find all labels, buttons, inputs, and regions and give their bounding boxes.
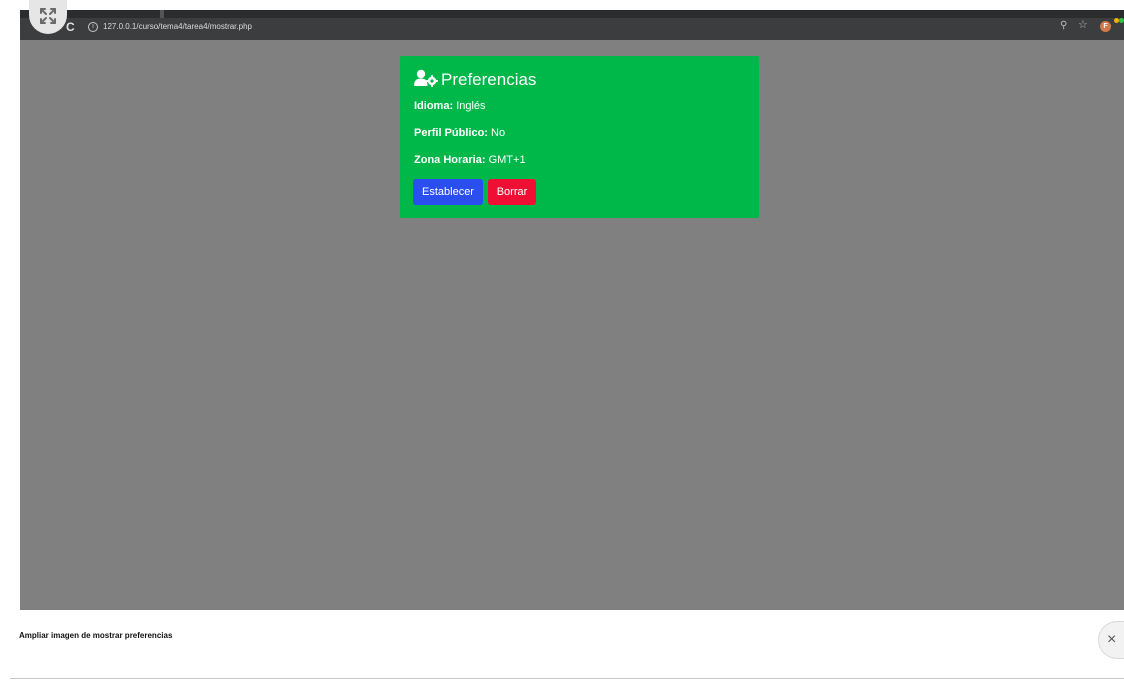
row-label: Perfil Público: xyxy=(414,127,488,139)
preference-row-timezone: Zona Horaria: GMT+1 xyxy=(414,153,526,167)
establecer-button[interactable]: Establecer xyxy=(413,179,483,205)
user-gear-icon xyxy=(414,69,438,87)
expand-icon xyxy=(40,8,56,24)
row-label: Zona Horaria: xyxy=(414,154,486,166)
preference-row-public-profile: Perfil Público: No xyxy=(414,126,505,140)
row-value: GMT+1 xyxy=(488,154,526,166)
row-value: No xyxy=(491,127,506,139)
close-button[interactable]: × xyxy=(1098,621,1124,659)
divider-line xyxy=(10,678,1124,679)
tab-edge xyxy=(160,10,164,18)
bookmark-star-icon[interactable]: ☆ xyxy=(1078,19,1088,31)
reload-icon[interactable]: C xyxy=(66,21,75,33)
image-caption: Ampliar imagen de mostrar preferencias xyxy=(19,631,173,640)
info-icon[interactable]: i xyxy=(88,22,98,32)
browser-toolbar: C i 127.0.0.1/curso/tema4/tarea4/mostrar… xyxy=(20,10,1124,40)
profile-avatar[interactable]: F xyxy=(1100,21,1111,32)
card-title: Preferencias xyxy=(414,69,536,91)
row-value: Inglés xyxy=(456,100,486,112)
window-controls xyxy=(1114,10,1124,23)
zoom-icon[interactable]: ⚲ xyxy=(1060,20,1067,32)
card-title-text: Preferencias xyxy=(441,70,537,89)
address-bar-url[interactable]: 127.0.0.1/curso/tema4/tarea4/mostrar.php xyxy=(103,21,252,33)
row-label: Idioma: xyxy=(414,100,454,112)
screenshot-image: C i 127.0.0.1/curso/tema4/tarea4/mostrar… xyxy=(20,10,1124,610)
borrar-button[interactable]: Borrar xyxy=(488,179,536,205)
preference-row-language: Idioma: Inglés xyxy=(414,99,486,113)
tab-strip xyxy=(20,10,1124,18)
